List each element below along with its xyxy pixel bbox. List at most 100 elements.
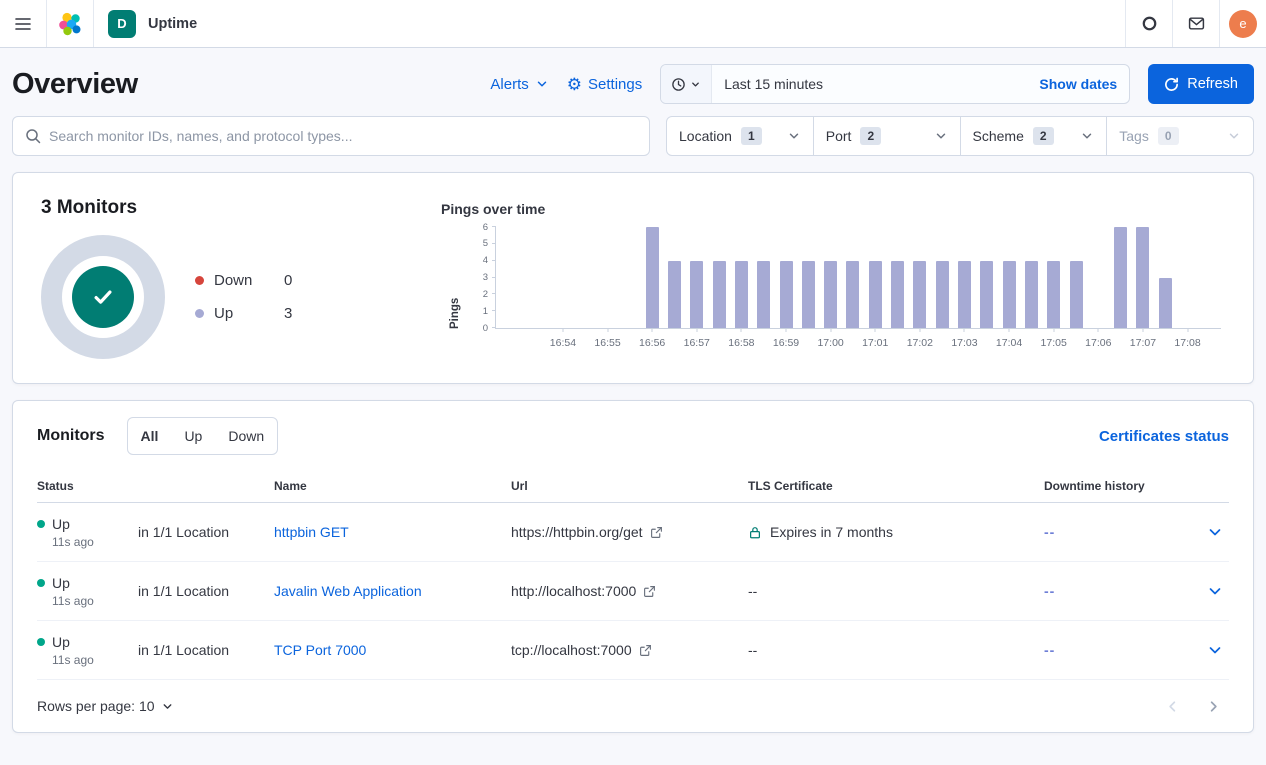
header-location [138, 479, 274, 493]
date-picker: Last 15 minutes Show dates [660, 64, 1130, 104]
ping-bar [846, 261, 859, 328]
chevron-down-icon [1207, 642, 1223, 658]
legend-item: Up 3 [195, 305, 292, 322]
x-tick-label: 17:07 [1130, 337, 1156, 349]
x-tick-label: 17:00 [817, 337, 843, 349]
chevron-down-icon [1080, 129, 1094, 143]
clock-icon [671, 77, 686, 92]
check-icon [88, 282, 118, 312]
ping-bar [936, 261, 949, 328]
monitor-url: http://localhost:7000 [511, 583, 636, 599]
refresh-icon [1164, 77, 1179, 92]
filter-dropdown[interactable]: Port 2 [813, 117, 960, 155]
filter-count-badge: 0 [1158, 127, 1179, 145]
monitor-url: https://httpbin.org/get [511, 524, 643, 540]
pings-plot: 012345616:5416:5516:5616:5716:5816:5917:… [495, 227, 1221, 329]
space-avatar[interactable]: D [108, 10, 136, 38]
status-dot [37, 520, 45, 528]
monitor-name-link[interactable]: httpbin GET [274, 524, 349, 540]
x-tick-label: 16:56 [639, 337, 665, 349]
x-tick-label: 17:01 [862, 337, 888, 349]
table-header: Status Name Url TLS Certificate Downtime… [37, 469, 1229, 503]
x-tick-label: 16:58 [728, 337, 754, 349]
external-link-icon[interactable] [639, 644, 652, 657]
lock-icon [748, 525, 762, 540]
x-tick-label: 17:03 [951, 337, 977, 349]
filter-label: Location [679, 128, 732, 144]
refresh-button[interactable]: Refresh [1148, 64, 1254, 104]
external-link-icon[interactable] [650, 526, 663, 539]
header-tls: TLS Certificate [748, 479, 1044, 493]
previous-page-button[interactable] [1165, 699, 1180, 714]
location-text: in 1/1 Location [138, 642, 274, 658]
legend-value: 0 [284, 272, 292, 289]
pagination [1165, 699, 1229, 714]
chevron-down-icon [1227, 129, 1241, 143]
certificates-status-link[interactable]: Certificates status [1099, 428, 1229, 445]
date-range-value[interactable]: Last 15 minutes [712, 76, 1027, 92]
legend-label: Up [214, 305, 266, 322]
y-tick-label: 6 [483, 222, 488, 232]
page-title: Overview [12, 68, 138, 101]
ping-bar [869, 261, 882, 328]
deployment-button[interactable] [1125, 0, 1172, 47]
filter-dropdown[interactable]: Tags 0 [1106, 117, 1253, 155]
quick-select-button[interactable] [661, 65, 712, 103]
next-page-button[interactable] [1206, 699, 1221, 714]
status-dot [37, 579, 45, 587]
monitors-panel: Monitors AllUpDown Certificates status S… [12, 400, 1254, 733]
header-url: Url [511, 479, 748, 493]
filter-tab-up[interactable]: Up [171, 418, 215, 454]
x-tick-label: 16:54 [550, 337, 576, 349]
filter-tab-down[interactable]: Down [215, 418, 277, 454]
chevron-down-icon [934, 129, 948, 143]
legend-label: Down [214, 272, 266, 289]
monitor-name-link[interactable]: Javalin Web Application [274, 583, 422, 599]
alerts-dropdown[interactable]: Alerts [490, 76, 548, 93]
y-tick-label: 4 [483, 256, 488, 266]
chart-title: Pings over time [441, 201, 1229, 217]
monitor-name-link[interactable]: TCP Port 7000 [274, 642, 366, 658]
tls-expiry-text: Expires in 7 months [770, 524, 893, 540]
ping-bar [1136, 227, 1149, 328]
y-tick-label: 2 [483, 290, 488, 300]
x-tick-label: 17:04 [996, 337, 1022, 349]
expand-row-button[interactable] [1207, 524, 1223, 540]
chevron-down-icon [1207, 524, 1223, 540]
monitor-url: tcp://localhost:7000 [511, 642, 632, 658]
ping-bar [1047, 261, 1060, 328]
show-dates-button[interactable]: Show dates [1027, 76, 1129, 92]
ping-bar [1025, 261, 1038, 328]
search-icon [25, 128, 41, 144]
table-row: Up 11s ago in 1/1 Location Javalin Web A… [37, 562, 1229, 621]
menu-button[interactable] [0, 0, 47, 47]
filter-count-badge: 2 [1033, 127, 1054, 145]
settings-link[interactable]: ⚙ Settings [567, 76, 642, 93]
tls-expiry-text: -- [748, 583, 757, 599]
external-link-icon[interactable] [643, 585, 656, 598]
location-text: in 1/1 Location [138, 524, 274, 540]
table-row: Up 11s ago in 1/1 Location httpbin GET h… [37, 503, 1229, 562]
elastic-home-button[interactable] [47, 0, 94, 47]
monitors-table: Status Name Url TLS Certificate Downtime… [37, 469, 1229, 680]
x-tick-label: 16:55 [594, 337, 620, 349]
filter-tab-all[interactable]: All [128, 418, 172, 454]
search-input[interactable] [49, 128, 637, 144]
chevron-right-icon [1206, 699, 1221, 714]
filter-dropdown[interactable]: Scheme 2 [960, 117, 1107, 155]
chevron-left-icon [1165, 699, 1180, 714]
rows-per-page-button[interactable]: Rows per page: 10 [37, 698, 174, 714]
newsfeed-button[interactable] [1172, 0, 1219, 47]
user-menu-button[interactable]: e [1219, 0, 1266, 47]
filter-group: Location 1 Port 2 Scheme 2 Tags 0 [666, 116, 1254, 156]
status-text: Up [52, 634, 70, 650]
status-filter-tabs: AllUpDown [127, 417, 279, 455]
expand-row-button[interactable] [1207, 642, 1223, 658]
user-avatar: e [1229, 10, 1257, 38]
hamburger-icon [15, 16, 31, 32]
filter-dropdown[interactable]: Location 1 [667, 117, 813, 155]
expand-row-button[interactable] [1207, 583, 1223, 599]
table-body: Up 11s ago in 1/1 Location httpbin GET h… [37, 503, 1229, 680]
last-check-time: 11s ago [52, 594, 128, 608]
app-title: Uptime [148, 16, 197, 32]
